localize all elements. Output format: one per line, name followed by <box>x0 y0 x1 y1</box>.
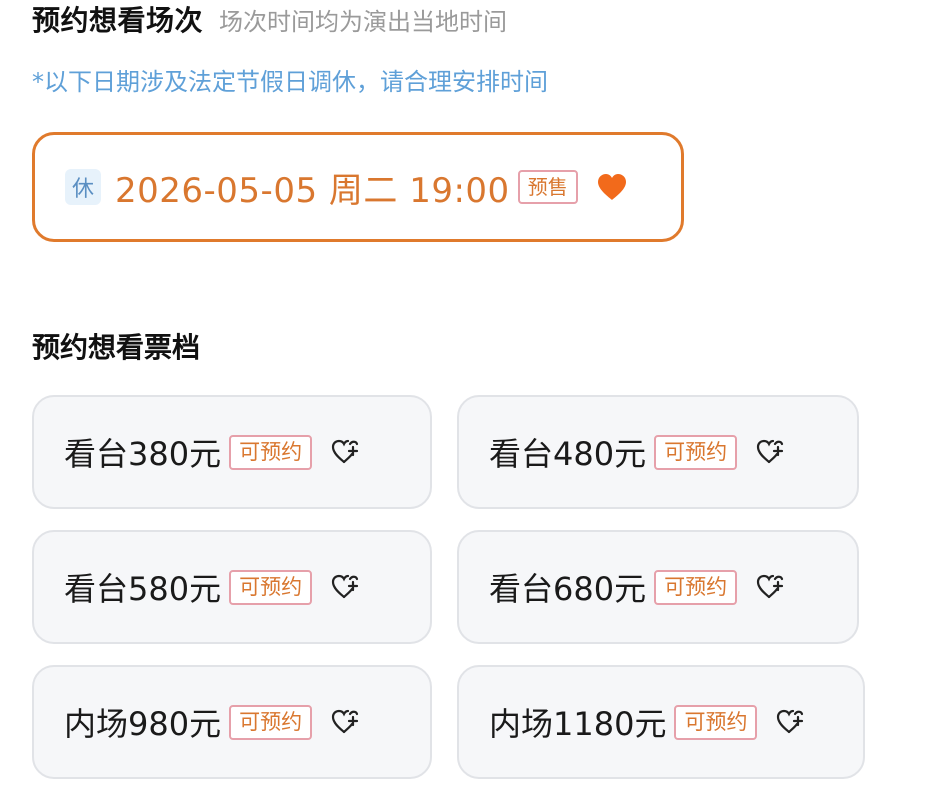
tier-option[interactable]: 内场980元 可预约 <box>32 665 432 779</box>
tier-option[interactable]: 内场1180元 可预约 <box>457 665 865 779</box>
heart-plus-icon[interactable] <box>330 572 360 602</box>
heart-plus-icon[interactable] <box>755 572 785 602</box>
session-datetime: 2026-05-05 周二 19:00 <box>115 170 510 211</box>
tier-option[interactable]: 看台480元 可预约 <box>457 395 859 509</box>
tier-section-title: 预约想看票档 <box>32 331 201 364</box>
available-badge: 可预约 <box>674 704 758 740</box>
session-section-title: 预约想看场次 <box>32 4 204 37</box>
tier-option[interactable]: 看台580元 可预约 <box>32 530 432 644</box>
tier-label: 内场980元 <box>64 705 222 743</box>
tier-label: 看台480元 <box>489 435 647 473</box>
tier-option[interactable]: 看台380元 可预约 <box>32 395 432 509</box>
tier-label: 内场1180元 <box>489 705 667 743</box>
tier-option[interactable]: 看台680元 可预约 <box>457 530 859 644</box>
available-badge: 可预约 <box>229 569 313 605</box>
tier-label: 看台680元 <box>489 570 647 608</box>
heart-filled-icon[interactable] <box>596 171 628 203</box>
rest-day-tag: 休 <box>65 169 101 205</box>
available-badge: 可预约 <box>654 434 738 470</box>
session-section-subtitle: 场次时间均为演出当地时间 <box>219 7 508 36</box>
session-section-header: 预约想看场次 场次时间均为演出当地时间 <box>32 0 507 38</box>
heart-plus-icon[interactable] <box>330 707 360 737</box>
available-badge: 可预约 <box>654 569 738 605</box>
heart-plus-icon[interactable] <box>775 707 805 737</box>
session-option[interactable]: 休 2026-05-05 周二 19:00 预售 <box>32 132 684 242</box>
tier-label: 看台380元 <box>64 435 222 473</box>
holiday-notice: *以下日期涉及法定节假日调休，请合理安排时间 <box>32 68 548 96</box>
presale-badge: 预售 <box>517 170 578 204</box>
available-badge: 可预约 <box>229 704 313 740</box>
tier-label: 看台580元 <box>64 570 222 608</box>
available-badge: 可预约 <box>229 434 313 470</box>
heart-plus-icon[interactable] <box>755 437 785 467</box>
heart-plus-icon[interactable] <box>330 437 360 467</box>
